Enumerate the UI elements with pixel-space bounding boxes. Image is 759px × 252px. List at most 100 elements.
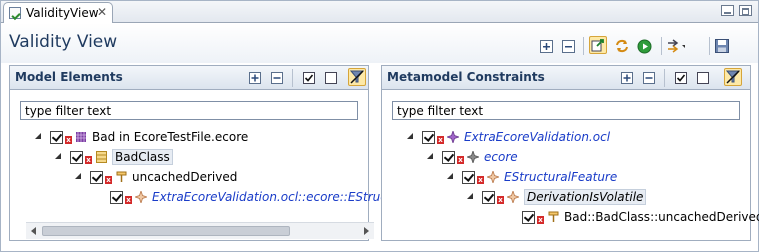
model-check-all-button[interactable]	[300, 69, 318, 87]
close-icon[interactable]: ✕	[97, 5, 107, 19]
error-marker-icon: x	[105, 176, 112, 184]
metamodel-constraints-panel: Metamodel Constraints x	[381, 65, 759, 241]
link-with-editor-button[interactable]	[589, 36, 607, 54]
tab-label: ValidityView	[26, 6, 99, 20]
metamodel-constraints-header: Metamodel Constraints	[382, 66, 750, 90]
expand-all-icon	[539, 39, 553, 53]
tree-row[interactable]: x uncachedDerived	[74, 167, 237, 187]
maximize-icon[interactable]	[739, 5, 752, 16]
check-all-icon	[675, 72, 687, 84]
horizontal-scrollbar[interactable]	[26, 222, 374, 239]
row-checkbox[interactable]	[110, 190, 123, 204]
tree-label: ExtraEcoreValidation.ocl	[464, 130, 611, 144]
collapse-all-icon	[643, 72, 655, 84]
tree-row[interactable]: x ExtraEcoreValidation.ocl	[406, 127, 610, 147]
metamodel-filter-toggle-button[interactable]	[724, 68, 742, 86]
error-marker-icon: x	[497, 196, 504, 204]
model-expand-all-button[interactable]	[246, 69, 264, 87]
expanded-arrow-icon[interactable]	[426, 152, 436, 162]
row-checkbox[interactable]	[422, 130, 435, 144]
model-filter-toggle-button[interactable]	[348, 68, 366, 86]
tree-row[interactable]: x DerivationIsVolatile	[466, 187, 647, 207]
tab-bar: ValidityView ✕	[1, 1, 758, 23]
resource-icon	[75, 131, 87, 143]
model-uncheck-all-button[interactable]	[322, 69, 340, 87]
collapse-all-button[interactable]	[559, 37, 577, 55]
tree-label: Bad in EcoreTestFile.ecore	[92, 130, 249, 144]
tree-label: ExtraEcoreValidation.ocl::ecore::EStruct	[152, 190, 392, 204]
error-marker-icon: x	[125, 196, 132, 204]
error-marker-icon: x	[437, 136, 444, 144]
error-marker-icon: x	[85, 156, 92, 164]
expanded-arrow-icon[interactable]	[406, 132, 416, 142]
constraint-icon	[135, 191, 147, 203]
constraint-type-icon	[487, 171, 499, 183]
tree-label: ecore	[484, 150, 518, 164]
view-header: Validity View	[1, 23, 758, 63]
ocl-resource-icon	[447, 131, 459, 143]
tab-validity-view[interactable]: ValidityView ✕	[3, 2, 113, 23]
metamodel-uncheck-all-button[interactable]	[694, 69, 712, 87]
filter-disabled-icon	[350, 70, 364, 84]
row-checkbox[interactable]	[482, 190, 495, 204]
tree-row[interactable]: x Bad::BadClass::uncachedDerived	[522, 207, 759, 227]
expanded-arrow-icon[interactable]	[34, 132, 44, 142]
tree-row[interactable]: x BadClass	[54, 147, 173, 167]
row-checkbox[interactable]	[50, 130, 63, 144]
minimize-icon[interactable]	[721, 5, 734, 16]
error-marker-icon: x	[65, 136, 72, 144]
expand-all-icon	[249, 72, 261, 84]
tree-row[interactable]: x ExtraEcoreValidation.ocl::ecore::EStru…	[110, 187, 392, 207]
refresh-icon	[616, 39, 628, 53]
tree-label: BadClass	[112, 149, 173, 165]
save-icon	[715, 38, 729, 53]
eattribute-icon	[115, 171, 127, 183]
scroll-right-icon[interactable]	[364, 227, 369, 235]
check-all-icon	[303, 72, 315, 84]
refresh-button[interactable]	[613, 37, 631, 55]
eattribute-icon	[547, 211, 559, 223]
package-icon	[467, 151, 479, 163]
expanded-arrow-icon[interactable]	[54, 152, 64, 162]
scrollbar-thumb[interactable]	[42, 226, 290, 236]
model-collapse-all-button[interactable]	[268, 69, 286, 87]
row-checkbox[interactable]	[462, 170, 475, 184]
eclass-icon	[95, 151, 107, 163]
tree-label: Bad::BadClass::uncachedDerived	[564, 210, 759, 224]
tree-row[interactable]: x ecore	[426, 147, 518, 167]
validity-view-icon	[9, 7, 21, 19]
expand-all-button[interactable]	[537, 37, 555, 55]
model-filter-input[interactable]	[20, 101, 358, 120]
tree-label: DerivationIsVolatile	[524, 189, 647, 205]
tree-row[interactable]: x EStructuralFeature	[446, 167, 617, 187]
uncheck-all-icon	[697, 72, 709, 84]
page-title: Validity View	[9, 32, 118, 52]
metamodel-check-all-button[interactable]	[672, 69, 690, 87]
expanded-arrow-icon[interactable]	[74, 172, 84, 182]
row-checkbox[interactable]	[70, 150, 83, 164]
expanded-arrow-icon[interactable]	[446, 172, 456, 182]
row-checkbox[interactable]	[442, 150, 455, 164]
filter-disabled-icon	[726, 70, 740, 84]
run-validation-button[interactable]	[635, 37, 653, 55]
metamodel-collapse-all-button[interactable]	[640, 69, 658, 87]
run-icon	[637, 39, 651, 53]
row-checkbox[interactable]	[522, 210, 535, 224]
metamodel-filter-input[interactable]	[392, 101, 740, 120]
filter-menu-button[interactable]	[667, 37, 685, 55]
model-elements-header: Model Elements	[10, 66, 368, 90]
export-button[interactable]	[715, 37, 733, 55]
tree-row[interactable]: x Bad in EcoreTestFile.ecore	[34, 127, 248, 147]
model-elements-title: Model Elements	[15, 70, 123, 84]
tree-label: uncachedDerived	[132, 170, 238, 184]
link-editor-icon	[591, 39, 604, 52]
constraint-icon	[507, 191, 519, 203]
collapse-all-icon	[561, 39, 575, 53]
metamodel-expand-all-button[interactable]	[618, 69, 636, 87]
uncheck-all-icon	[325, 72, 337, 84]
error-marker-icon: x	[537, 216, 544, 224]
row-checkbox[interactable]	[90, 170, 103, 184]
scroll-left-icon[interactable]	[31, 227, 36, 235]
error-marker-icon: x	[477, 176, 484, 184]
expanded-arrow-icon[interactable]	[466, 192, 476, 202]
